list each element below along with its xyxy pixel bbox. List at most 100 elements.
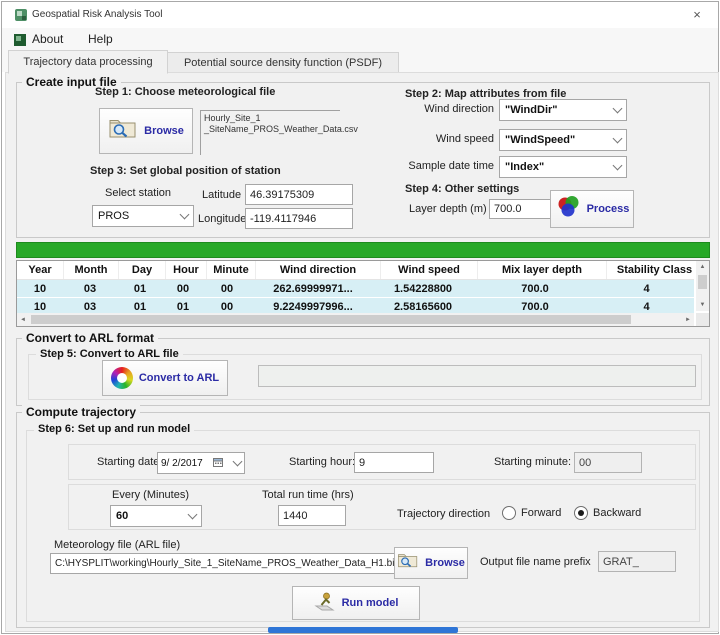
backward-radio[interactable]: Backward (574, 506, 641, 520)
step1-title: Step 1: Choose meteorological file (95, 86, 275, 98)
every-minutes-select[interactable]: 60 (110, 505, 202, 527)
tab-psdf[interactable]: Potential source density function (PSDF) (167, 52, 399, 74)
starting-hour-label: Starting hour: (289, 456, 355, 468)
wind-direction-label: Wind direction (402, 103, 494, 115)
cell-year: 10 (17, 280, 63, 297)
scroll-right-icon[interactable]: ► (682, 313, 694, 326)
scroll-up-icon[interactable]: ▲ (696, 261, 709, 273)
col-header-month: Month (64, 261, 119, 279)
output-prefix-field[interactable]: GRAT_ (598, 551, 676, 572)
chevron-down-icon (188, 510, 198, 520)
col-header-hour: Hour (166, 261, 207, 279)
longitude-field[interactable]: -119.4117946 (245, 208, 353, 229)
cell-mix-layer-depth: 700.0 (471, 280, 599, 297)
chosen-file-line2: _SiteName_PROS_Weather_Data.csv (204, 124, 340, 135)
starting-date-picker[interactable]: 9/ 2/2017 (157, 452, 245, 474)
forward-radio[interactable]: Forward (502, 506, 561, 520)
longitude-label: Longitude (198, 213, 246, 225)
col-header-mix-layer-depth: Mix layer depth (478, 261, 607, 279)
step6-title: Step 6: Set up and run model (34, 423, 194, 435)
latitude-field[interactable]: 46.39175309 (245, 184, 353, 205)
sample-date-time-select[interactable]: "Index" (499, 156, 627, 178)
menu-help[interactable]: Help (84, 31, 117, 47)
col-header-year: Year (17, 261, 64, 279)
menu-bar: About Help (2, 28, 718, 50)
chosen-file-name: Hourly_Site_1 _SiteName_PROS_Weather_Dat… (200, 110, 340, 155)
run-model-button-label: Run model (342, 597, 399, 609)
table-horizontal-scrollbar[interactable]: ◄ ► (17, 313, 694, 326)
latitude-label: Latitude (202, 189, 241, 201)
sample-date-time-label: Sample date time (402, 160, 494, 172)
starting-date-label: Starting date: (97, 456, 162, 468)
meteorology-file-label: Meteorology file (ARL file) (54, 539, 180, 551)
forward-radio-label: Forward (521, 507, 561, 519)
chevron-down-icon (613, 104, 623, 114)
col-header-day: Day (119, 261, 166, 279)
col-header-stability-class: Stability Class (607, 261, 702, 279)
about-icon (14, 33, 26, 51)
col-header-wind-direction: Wind direction (256, 261, 381, 279)
cell-wind-speed: 1.54228800 (375, 280, 471, 297)
cell-wind-direction: 262.69999971... (251, 280, 375, 297)
convert-progress-bar (258, 365, 696, 387)
radio-unchecked-icon (502, 506, 516, 520)
wind-speed-value: "WindSpeed" (505, 134, 575, 146)
browse-meteorological-file-button[interactable]: Browse (99, 108, 193, 154)
process-progress-bar (16, 242, 710, 258)
folder-search-icon (397, 551, 419, 575)
layer-depth-field[interactable]: 700.0 (489, 199, 553, 219)
cell-month: 03 (63, 280, 117, 297)
window-title: Geospatial Risk Analysis Tool (32, 9, 162, 20)
starting-hour-field[interactable]: 9 (354, 452, 434, 473)
browse-arl-button-label: Browse (425, 557, 465, 569)
table-header-row: Year Month Day Hour Minute Wind directio… (17, 261, 694, 280)
every-minutes-value: 60 (116, 510, 128, 522)
meteorology-file-field[interactable]: C:\HYSPLIT\working\Hourly_Site_1_SiteNam… (50, 553, 396, 574)
scroll-down-icon[interactable]: ▼ (696, 299, 709, 311)
starting-minute-field[interactable]: 00 (574, 452, 642, 473)
runner-icon (314, 591, 336, 616)
convert-to-arl-button[interactable]: Convert to ARL (102, 360, 228, 396)
wind-speed-select[interactable]: "WindSpeed" (499, 129, 627, 151)
cell-day: 01 (117, 280, 163, 297)
browse-button-label: Browse (144, 125, 184, 137)
layer-depth-label: Layer depth (m) (409, 203, 487, 215)
step3-title: Step 3: Set global position of station (90, 165, 281, 177)
wind-direction-select[interactable]: "WindDir" (499, 99, 627, 121)
step5-title: Step 5: Convert to ARL file (36, 348, 183, 360)
table-row[interactable]: 10 03 01 00 00 262.69999971... 1.5422880… (17, 280, 694, 298)
vertical-scroll-thumb[interactable] (698, 275, 707, 289)
weather-data-table: Year Month Day Hour Minute Wind directio… (16, 260, 710, 327)
chevron-down-icon (233, 457, 243, 467)
close-icon[interactable]: × (684, 5, 710, 24)
convert-to-arl-button-label: Convert to ARL (139, 372, 219, 384)
wind-direction-value: "WindDir" (505, 104, 558, 116)
horizontal-scroll-thumb[interactable] (31, 315, 631, 324)
process-button[interactable]: Process (550, 190, 634, 228)
total-run-time-field[interactable]: 1440 (278, 505, 346, 526)
table-vertical-scrollbar[interactable]: ▲ ▼ (696, 261, 709, 311)
app-icon (14, 8, 28, 27)
every-minutes-label: Every (Minutes) (112, 489, 189, 501)
wind-speed-label: Wind speed (402, 133, 494, 145)
run-model-button[interactable]: Run model (292, 586, 420, 620)
cell-stability-class: 4 (599, 280, 694, 297)
process-button-label: Process (587, 203, 630, 215)
chevron-down-icon (613, 134, 623, 144)
chevron-down-icon (613, 161, 623, 171)
menu-about[interactable]: About (28, 31, 67, 47)
title-bar: Geospatial Risk Analysis Tool × (2, 2, 718, 29)
tab-trajectory-data-processing[interactable]: Trajectory data processing (8, 50, 168, 74)
scroll-left-icon[interactable]: ◄ (17, 313, 29, 326)
convert-arl-group-title: Convert to ARL format (22, 331, 158, 345)
col-header-wind-speed: Wind speed (381, 261, 478, 279)
app-window: Geospatial Risk Analysis Tool × About He… (1, 1, 719, 634)
radio-checked-icon (574, 506, 588, 520)
col-header-minute: Minute (207, 261, 256, 279)
taskbar-fragment (268, 627, 458, 633)
browse-arl-file-button[interactable]: Browse (394, 547, 468, 579)
station-select[interactable]: PROS (92, 205, 194, 227)
starting-minute-label: Starting minute: (494, 456, 571, 468)
chosen-file-line1: Hourly_Site_1 (204, 113, 340, 124)
select-station-label: Select station (105, 187, 171, 199)
